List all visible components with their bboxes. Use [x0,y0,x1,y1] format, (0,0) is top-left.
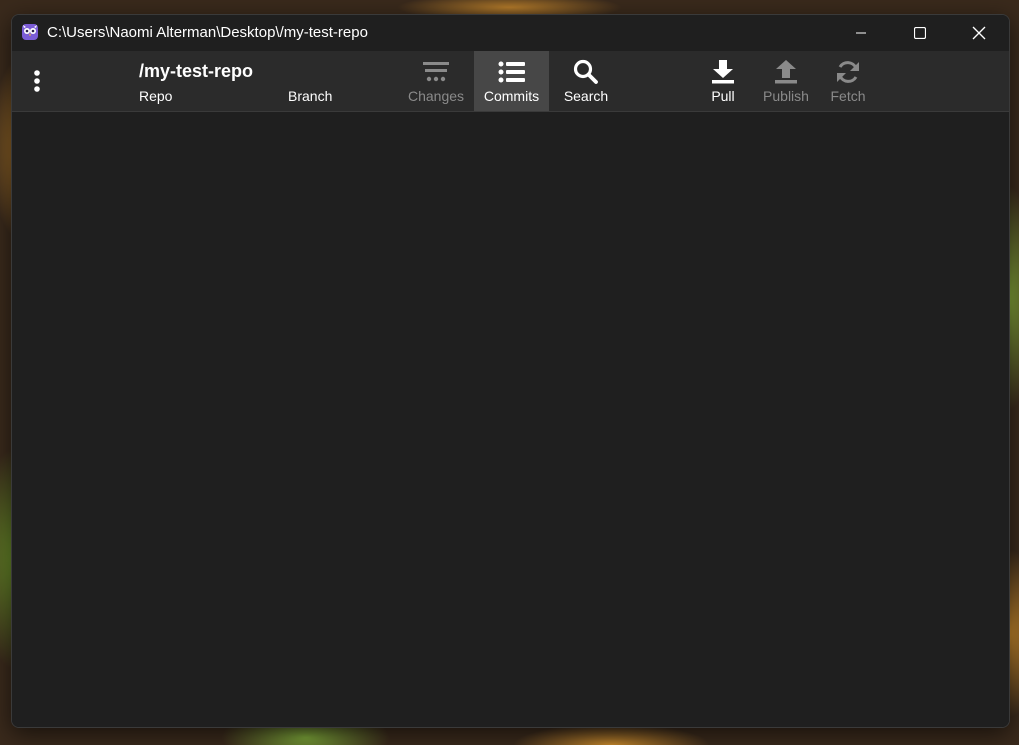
publish-label: Publish [763,88,809,104]
kebab-menu-button[interactable] [27,69,47,95]
owl-icon [21,23,39,41]
download-icon [711,59,735,85]
maximize-icon [914,27,926,39]
minimize-button[interactable] [832,15,890,51]
commits-content-area [12,112,1009,727]
repo-button[interactable]: Repo [139,88,172,104]
minimize-icon [855,27,867,39]
repo-name: /my-test-repo [139,61,254,81]
fetch-button[interactable]: Fetch [824,51,872,111]
branch-button[interactable]: Branch [288,88,332,104]
kebab-menu-icon [27,70,47,99]
maximize-button[interactable] [891,15,949,51]
search-label: Search [563,88,609,104]
commits-label: Commits [483,88,540,104]
changes-button[interactable]: Changes [405,51,467,111]
search-button[interactable]: Search [556,51,616,111]
publish-button[interactable]: Publish [757,51,815,111]
close-button[interactable] [950,15,1008,51]
changes-icon [422,59,450,85]
upload-icon [774,59,798,85]
app-window: C:\Users\Naomi Alterman\Desktop\/my-test… [11,14,1010,728]
title-bar[interactable]: C:\Users\Naomi Alterman\Desktop\/my-test… [12,15,1009,51]
close-icon [972,26,986,40]
window-title: C:\Users\Naomi Alterman\Desktop\/my-test… [47,24,368,41]
list-icon [498,59,526,85]
toolbar: /my-test-repo Repo Branch Changes Commit… [12,51,1009,112]
commits-button[interactable]: Commits [474,51,549,111]
fetch-label: Fetch [830,88,866,104]
pull-button[interactable]: Pull [702,51,744,111]
pull-label: Pull [711,88,735,104]
refresh-icon [835,59,861,85]
changes-label: Changes [407,88,465,104]
search-icon [573,59,599,85]
